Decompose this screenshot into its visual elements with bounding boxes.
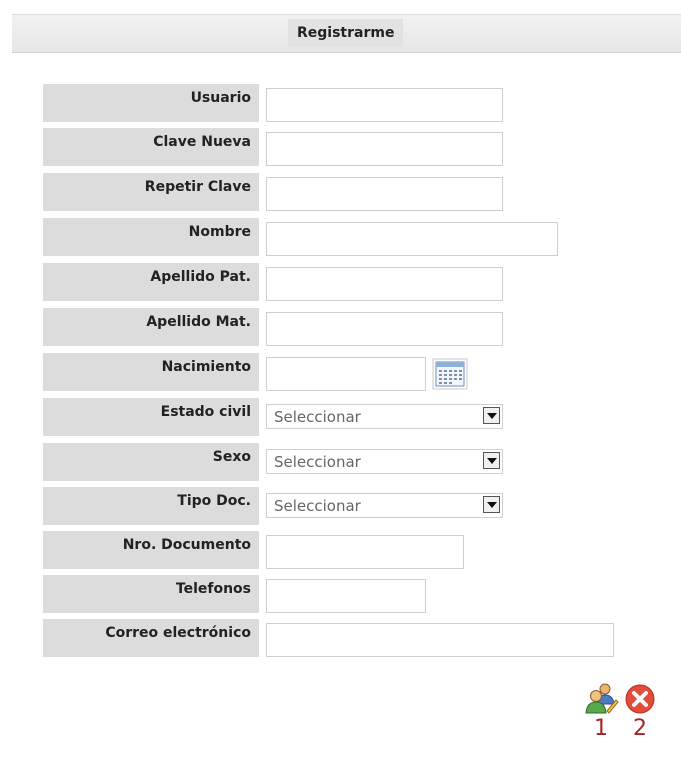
- apellido-pat-input[interactable]: [266, 267, 503, 301]
- telefonos-input[interactable]: [266, 579, 426, 613]
- label-cell: Apellido Pat.: [43, 263, 259, 301]
- registration-page: Registrarme Usuario Clave Nueva Repetir …: [0, 0, 681, 760]
- nacimiento-input[interactable]: [266, 357, 426, 391]
- cancel-action[interactable]: 2: [622, 682, 658, 741]
- chevron-down-icon[interactable]: [483, 407, 500, 424]
- label-cell: Nro. Documento: [43, 531, 259, 569]
- estado-civil-select[interactable]: Seleccionar: [266, 404, 503, 429]
- correo-label: Correo electrónico: [105, 625, 251, 641]
- tipo-doc-select[interactable]: Seleccionar: [266, 493, 503, 518]
- register-action[interactable]: 1: [583, 682, 619, 741]
- clave-nueva-input[interactable]: [266, 132, 503, 166]
- nro-documento-label: Nro. Documento: [122, 537, 251, 553]
- clave-nueva-label: Clave Nueva: [153, 134, 251, 150]
- apellido-pat-label: Apellido Pat.: [150, 269, 251, 285]
- label-cell: Usuario: [43, 84, 259, 122]
- label-cell: Sexo: [43, 443, 259, 481]
- telefonos-label: Telefonos: [175, 581, 251, 597]
- nombre-label: Nombre: [188, 224, 251, 240]
- page-title: Registrarme: [288, 19, 404, 47]
- label-cell: Nacimiento: [43, 353, 259, 391]
- sexo-value: Seleccionar: [274, 453, 361, 471]
- repetir-clave-input[interactable]: [266, 177, 503, 211]
- chevron-down-icon[interactable]: [483, 452, 500, 469]
- sexo-select[interactable]: Seleccionar: [266, 449, 503, 474]
- label-cell: Telefonos: [43, 575, 259, 613]
- register-action-number: 1: [594, 716, 608, 741]
- nro-documento-input[interactable]: [266, 535, 464, 569]
- apellido-mat-input[interactable]: [266, 312, 503, 346]
- sexo-label: Sexo: [212, 449, 251, 465]
- correo-input[interactable]: [266, 623, 614, 657]
- usuario-input[interactable]: [266, 88, 503, 122]
- label-cell: Nombre: [43, 218, 259, 256]
- close-icon[interactable]: [622, 682, 658, 716]
- estado-civil-label: Estado civil: [160, 404, 251, 420]
- apellido-mat-label: Apellido Mat.: [146, 314, 251, 330]
- label-cell: Clave Nueva: [43, 128, 259, 166]
- users-icon[interactable]: [583, 682, 619, 716]
- repetir-clave-label: Repetir Clave: [144, 179, 251, 195]
- estado-civil-value: Seleccionar: [274, 408, 361, 426]
- cancel-action-number: 2: [633, 716, 647, 741]
- nombre-input[interactable]: [266, 222, 558, 256]
- chevron-down-icon[interactable]: [483, 496, 500, 513]
- usuario-label: Usuario: [190, 90, 251, 106]
- label-cell: Apellido Mat.: [43, 308, 259, 346]
- nacimiento-label: Nacimiento: [161, 359, 251, 375]
- label-cell: Estado civil: [43, 398, 259, 436]
- tipo-doc-label: Tipo Doc.: [177, 493, 251, 509]
- calendar-icon[interactable]: [432, 356, 468, 392]
- label-cell: Repetir Clave: [43, 173, 259, 211]
- label-cell: Tipo Doc.: [43, 487, 259, 525]
- label-cell: Correo electrónico: [43, 619, 259, 657]
- tipo-doc-value: Seleccionar: [274, 497, 361, 515]
